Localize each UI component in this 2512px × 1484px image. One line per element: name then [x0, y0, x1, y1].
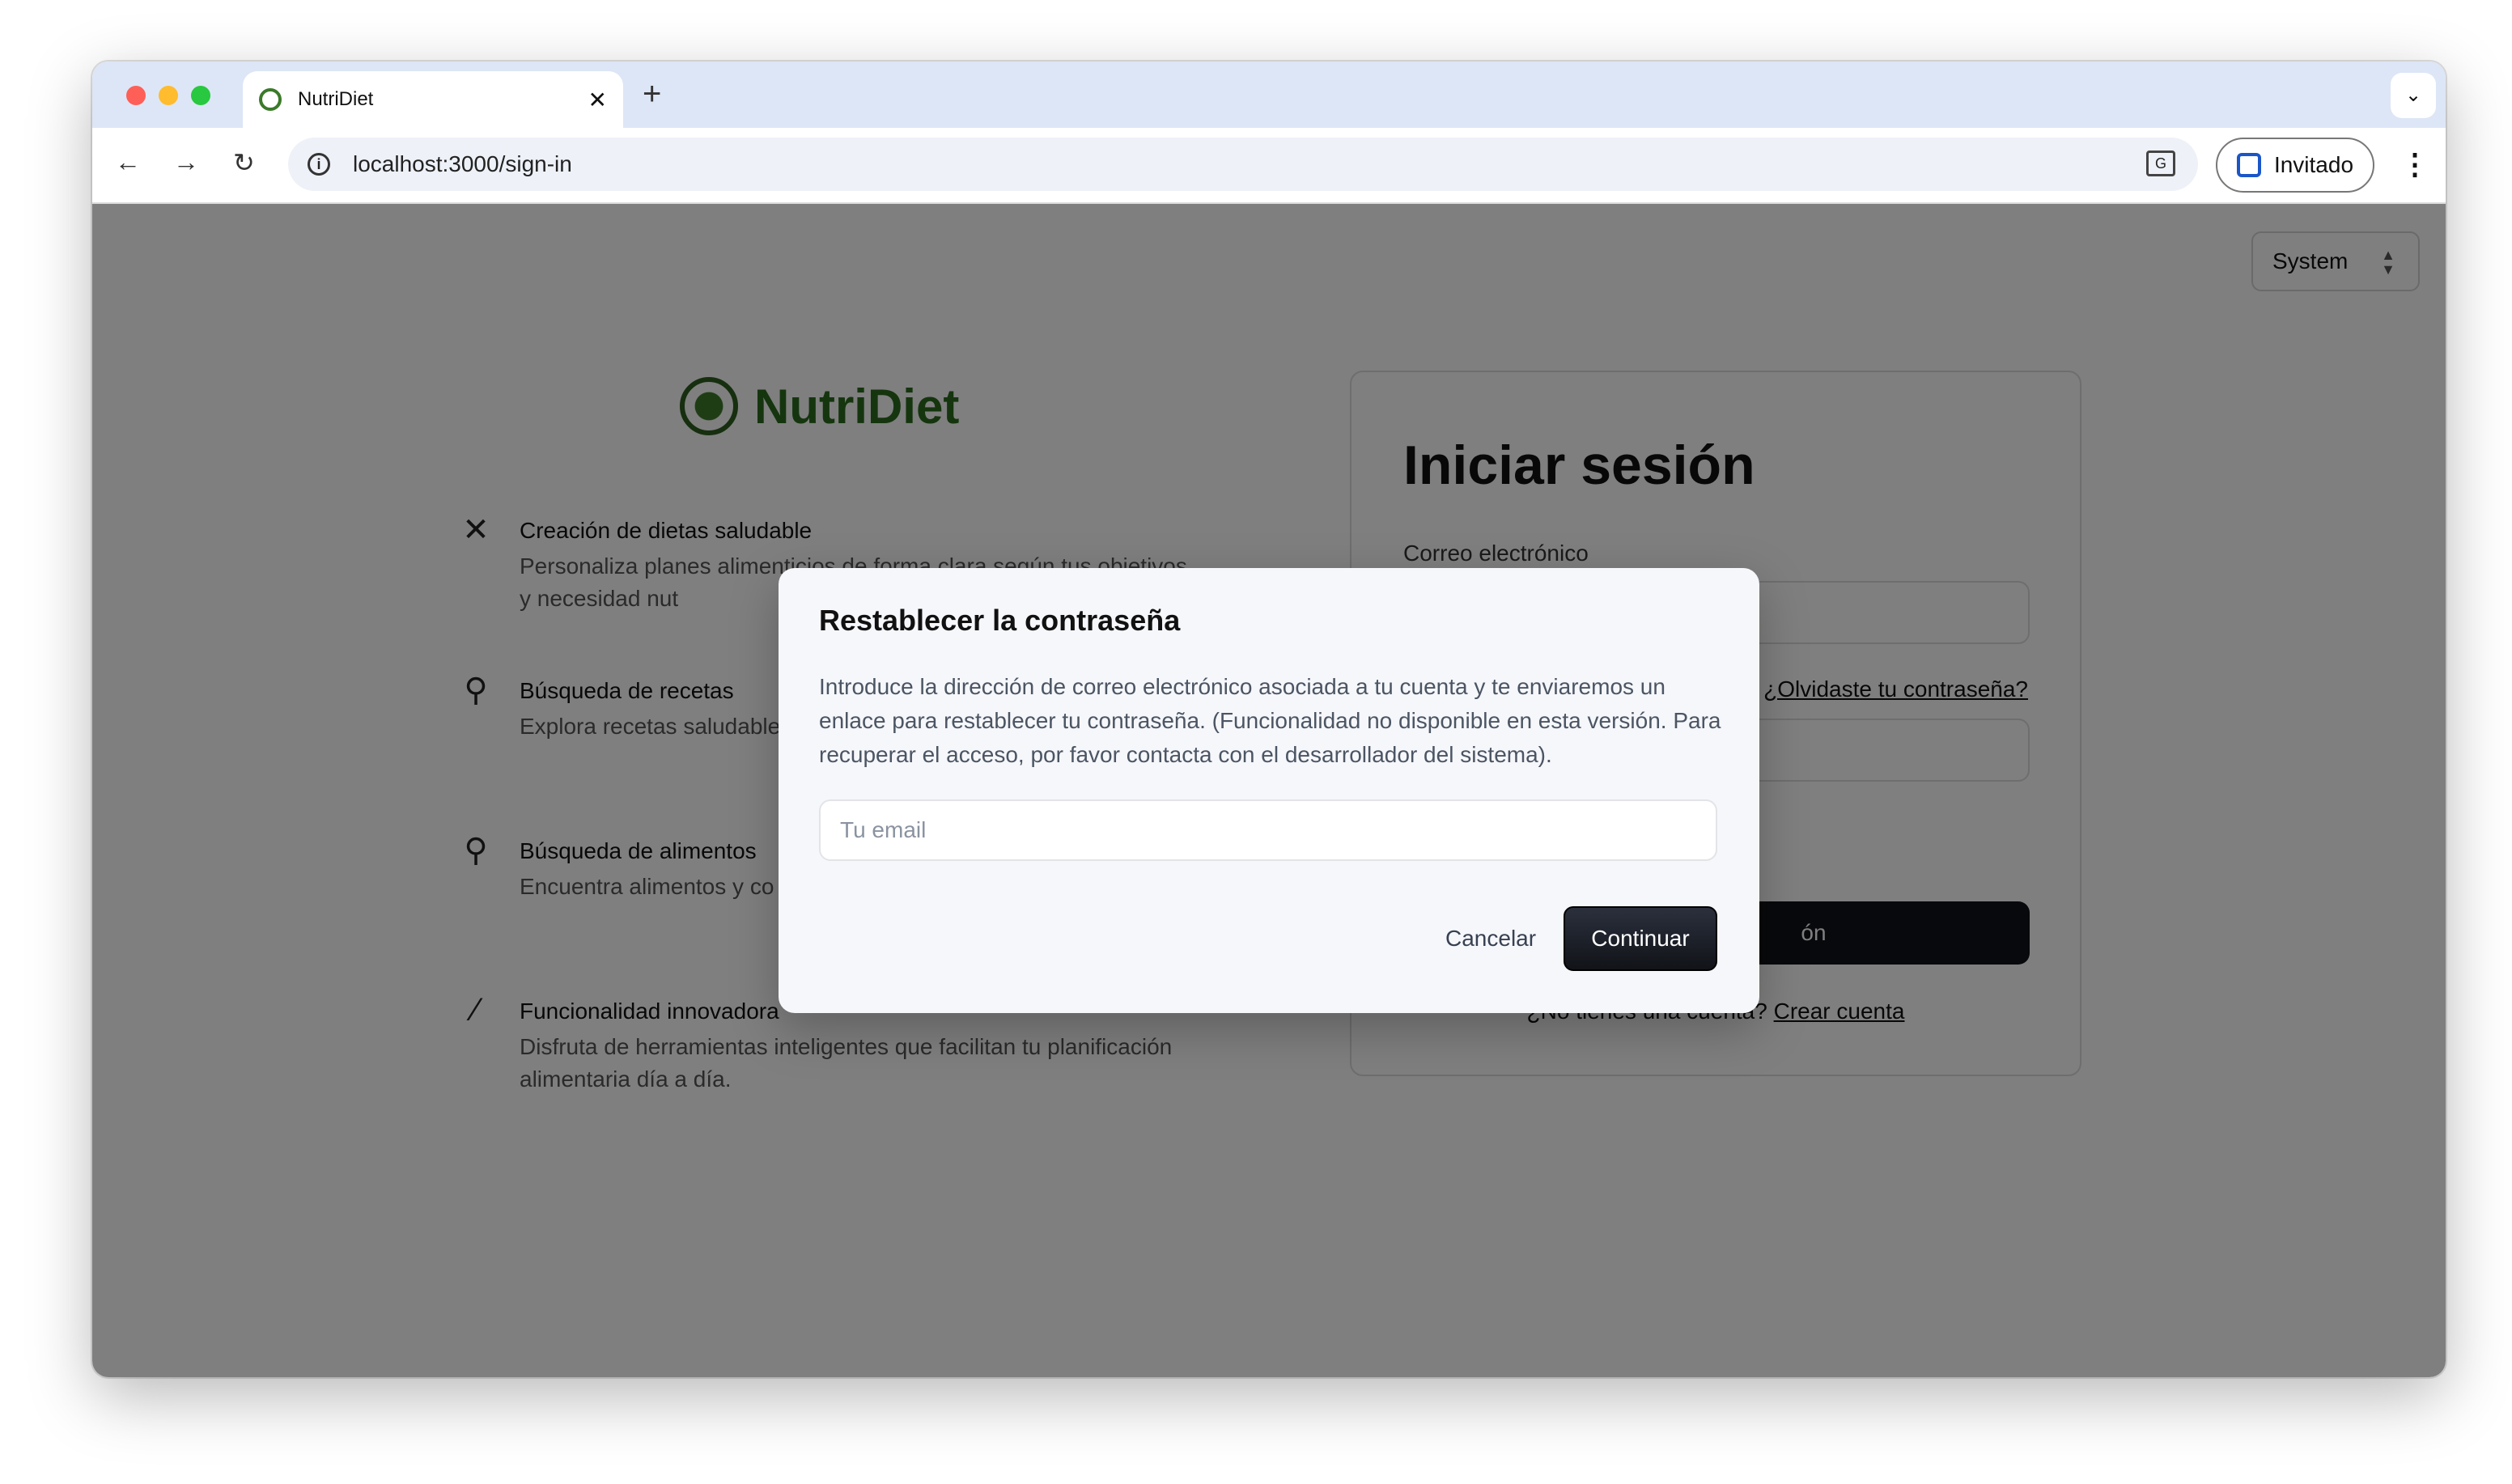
- translate-icon[interactable]: G: [2146, 151, 2175, 176]
- url-text: localhost:3000/sign-in: [353, 151, 572, 176]
- profile-button[interactable]: Invitado: [2216, 138, 2374, 193]
- minimize-window-button[interactable]: [159, 86, 178, 105]
- more-menu-icon[interactable]: ⋮: [2400, 147, 2429, 181]
- reload-icon[interactable]: ↻: [233, 147, 255, 178]
- site-info-icon[interactable]: i: [308, 153, 330, 176]
- close-tab-icon[interactable]: ✕: [588, 87, 607, 113]
- reset-password-dialog: Restablecer la contraseña Introduce la d…: [779, 568, 1759, 1013]
- maximize-window-button[interactable]: [191, 86, 210, 105]
- dialog-title: Restablecer la contraseña: [819, 604, 1181, 637]
- new-tab-icon[interactable]: +: [643, 76, 661, 112]
- continue-button[interactable]: Continuar: [1564, 906, 1717, 971]
- reset-email-input[interactable]: [819, 799, 1717, 861]
- tab-title: NutriDiet: [298, 88, 374, 110]
- tab-list-chevron-icon[interactable]: ⌄: [2391, 73, 2436, 118]
- profile-icon: [2236, 153, 2261, 177]
- browser-window: NutriDiet ✕ + ⌄ ← → ↻ i localhost:3000/s…: [92, 61, 2446, 1377]
- tab-nutridiet[interactable]: NutriDiet ✕: [243, 71, 623, 128]
- page-content: System▲▼ NutriDiet ✕Creación de dietas s…: [92, 204, 2446, 1377]
- tab-bar: NutriDiet ✕ + ⌄: [92, 61, 2446, 128]
- address-bar[interactable]: i localhost:3000/sign-in G: [288, 138, 2198, 191]
- dialog-description: Introduce la dirección de correo electró…: [819, 674, 1721, 767]
- back-icon[interactable]: ←: [115, 147, 141, 177]
- cancel-button[interactable]: Cancelar: [1445, 926, 1536, 952]
- close-window-button[interactable]: [126, 86, 146, 105]
- favicon-icon: [259, 88, 282, 111]
- browser-toolbar: ← → ↻ i localhost:3000/sign-in G Invitad…: [92, 128, 2446, 204]
- profile-label: Invitado: [2273, 152, 2354, 177]
- forward-icon[interactable]: →: [173, 147, 199, 177]
